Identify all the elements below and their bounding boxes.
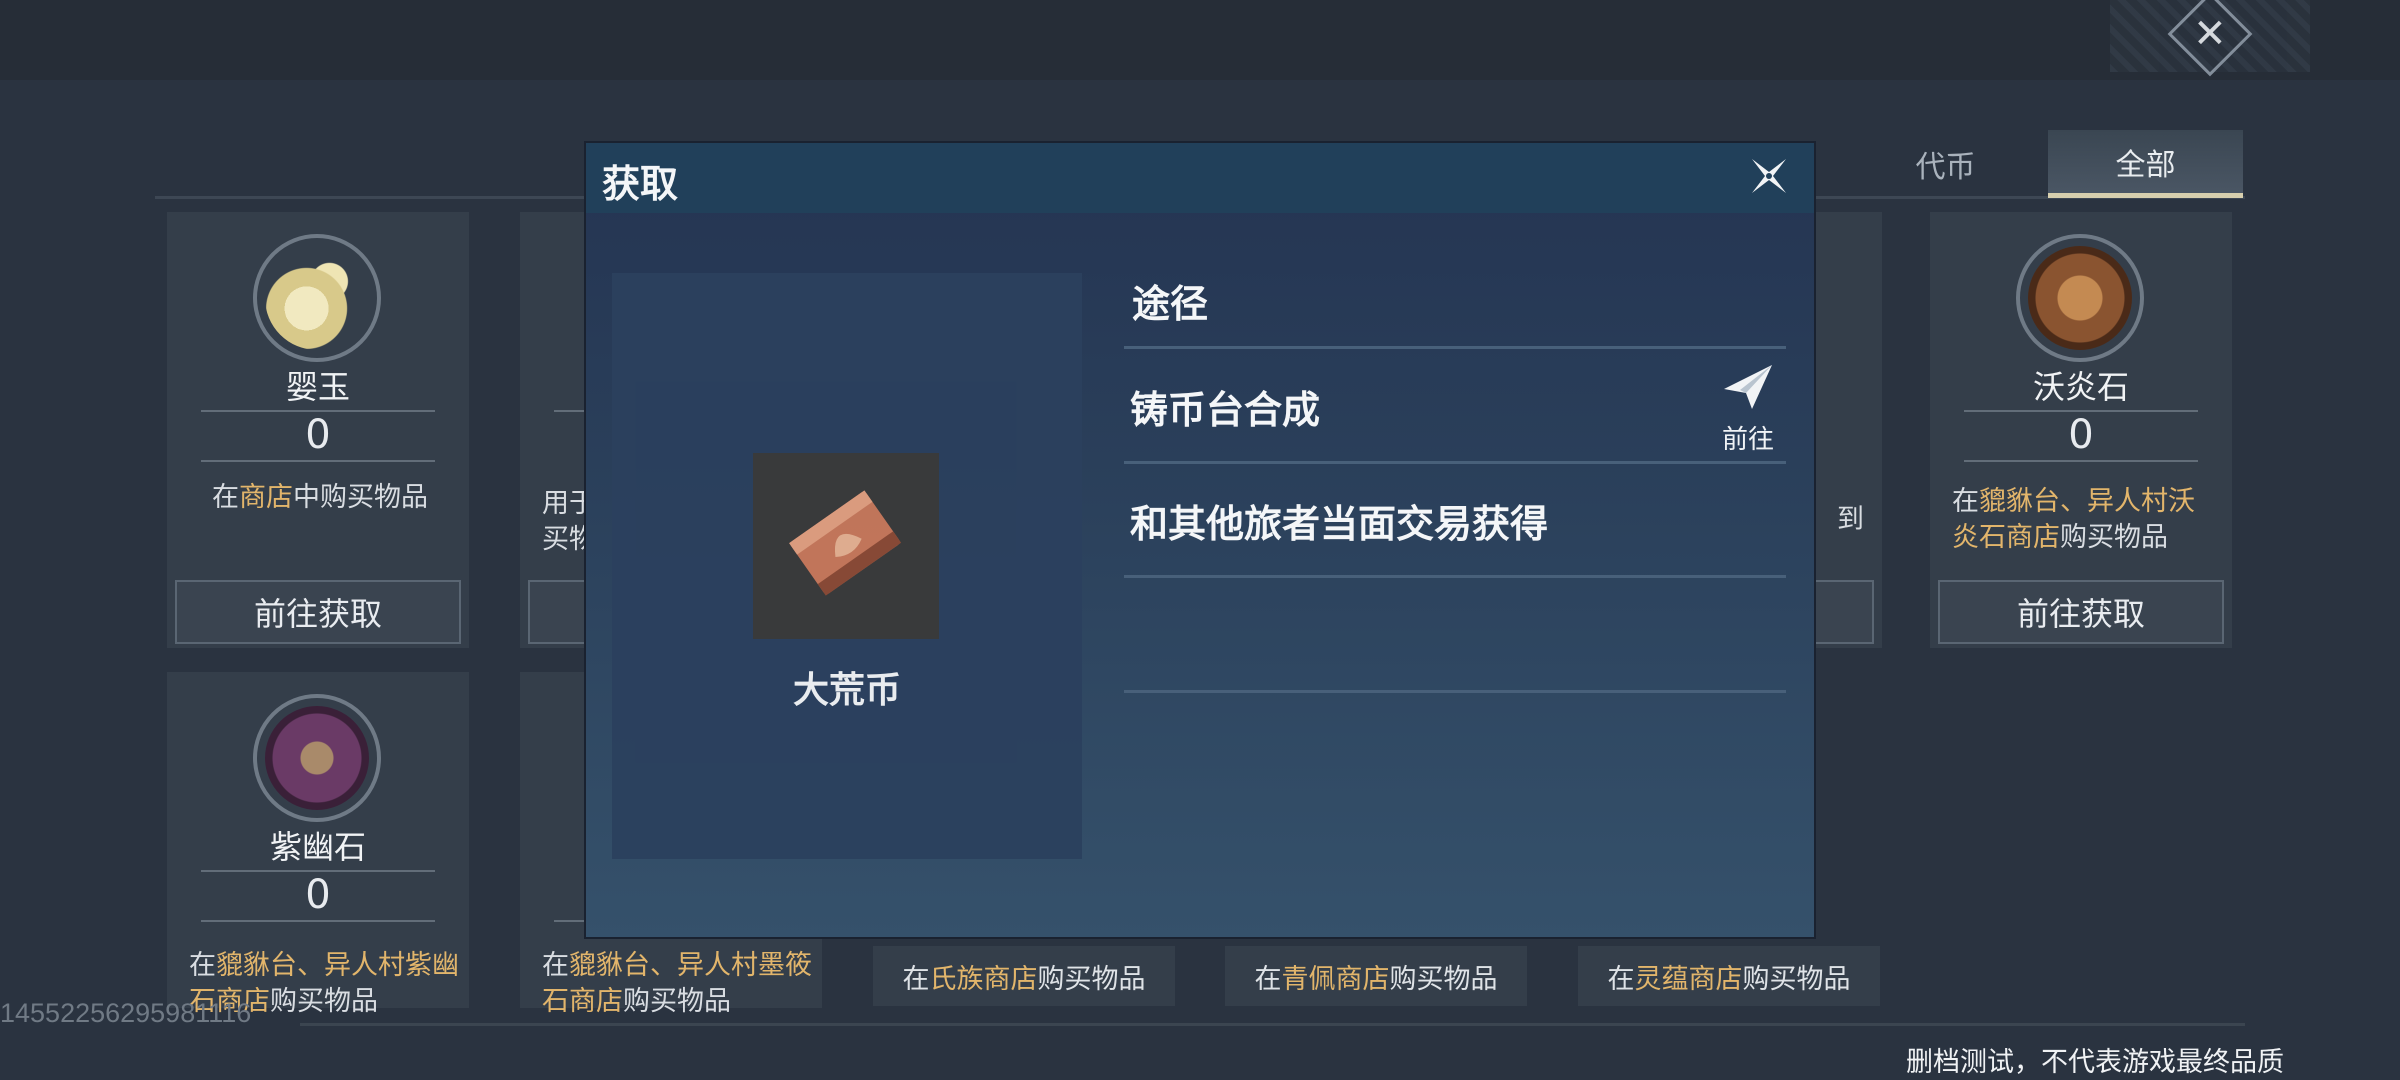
dialog-close-button[interactable] <box>1746 153 1792 199</box>
tab-tokens[interactable]: 代币 <box>1848 130 2043 198</box>
divider <box>201 460 435 462</box>
item-description: 在貔貅台、异人村墨筱石商店购买物品 <box>542 950 812 1017</box>
top-close-button[interactable]: ✕ <box>2110 0 2310 77</box>
currency-card: 沃炎石 0 在貔貅台、异人村沃炎石商店购买物品 前往获取 <box>1930 212 2232 648</box>
divider <box>1124 575 1786 578</box>
coin-ingot-icon <box>753 453 939 639</box>
divider <box>1964 460 2198 462</box>
item-icon-frame <box>2016 234 2144 362</box>
item-description: 在青佩商店 购买物品 <box>1225 946 1527 1006</box>
item-preview-panel: 大荒币 <box>612 273 1082 859</box>
item-description: 在貔貅台、异人村沃炎石商店购买物品 <box>1952 486 2195 553</box>
paper-plane-icon <box>1724 365 1772 409</box>
dialog-header: 获取 <box>586 143 1814 213</box>
goto-button[interactable]: 前往 <box>1712 363 1784 455</box>
item-name: 沃炎石 <box>2032 368 2129 406</box>
tab-all[interactable]: 全部 <box>2048 130 2243 198</box>
close-icon: ✕ <box>2167 0 2253 77</box>
currency-card: 婴玉 0 在商店中购买物品 前往获取 <box>167 212 469 648</box>
item-count: 0 <box>2068 412 2094 458</box>
item-description: 在灵蕴商店 购买物品 <box>1578 946 1880 1006</box>
close-icon <box>1752 159 1786 193</box>
acquire-dialog: 获取 大荒币 途径 铸币台合成 前往 和其他旅者当面交易获得 <box>584 141 1816 939</box>
item-icon-frame <box>253 694 381 822</box>
route-trade: 和其他旅者当面交易获得 <box>1130 502 1549 546</box>
player-id-watermark: 14552256295981116 <box>0 998 252 1028</box>
purple-stone-icon <box>265 706 369 810</box>
item-name: 紫幽石 <box>269 828 366 866</box>
item-description: 在商店中购买物品 <box>212 482 428 513</box>
item-count: 0 <box>305 872 331 918</box>
divider <box>201 920 435 922</box>
route-coin-mint: 铸币台合成 <box>1130 388 1321 432</box>
divider <box>1124 461 1786 464</box>
item-name: 婴玉 <box>285 368 350 406</box>
get-button[interactable]: 前往获取 <box>175 580 461 644</box>
bottom-divider <box>300 1023 2245 1026</box>
test-disclaimer: 删档测试，不代表游戏最终品质 <box>1906 1047 2284 1078</box>
routes-header: 途径 <box>1132 282 1209 326</box>
dialog-title: 获取 <box>602 162 679 206</box>
currency-card: 紫幽石 0 在貔貅台、异人村紫幽石商店购买物品 <box>167 672 469 1017</box>
divider <box>1124 690 1786 693</box>
top-bar <box>0 0 2400 80</box>
item-name: 大荒币 <box>792 670 901 711</box>
amber-stone-icon <box>2028 246 2132 350</box>
get-button[interactable]: 前往获取 <box>1938 580 2224 644</box>
divider <box>1124 346 1786 349</box>
item-count: 0 <box>305 412 331 458</box>
pale-jade-icon <box>265 246 369 350</box>
item-description: 在氏族商店 购买物品 <box>873 946 1175 1006</box>
item-icon-frame <box>253 234 381 362</box>
